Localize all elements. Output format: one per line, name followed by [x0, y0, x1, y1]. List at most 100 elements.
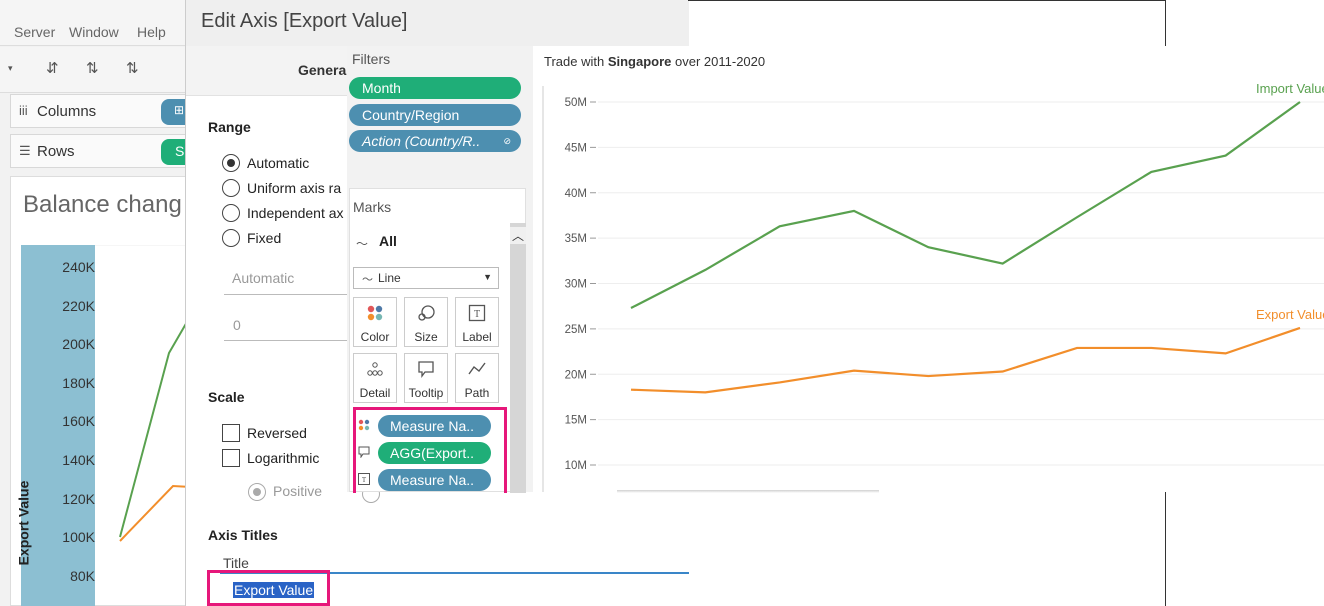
- y-tick: 200K: [62, 336, 95, 352]
- sort-descending-icon[interactable]: ⇅: [126, 59, 139, 77]
- label-button[interactable]: T Label: [455, 297, 499, 347]
- detail-button[interactable]: Detail: [353, 353, 397, 403]
- size-button-label: Size: [414, 330, 438, 344]
- marks-scrollbar[interactable]: ︿: [510, 223, 526, 493]
- filter-pill-month[interactable]: Month: [349, 77, 521, 99]
- detail-icon: [354, 360, 396, 383]
- mark-type-value: Line: [378, 271, 401, 285]
- radio-automatic-label: Automatic: [247, 155, 310, 171]
- path-icon: [456, 360, 498, 383]
- reversed-label: Reversed: [247, 425, 307, 441]
- radio-independent[interactable]: [222, 204, 240, 222]
- y-tick-label: 50M: [565, 97, 587, 109]
- logarithmic-label: Logarithmic: [247, 450, 320, 466]
- rows-icon: ☰: [19, 143, 31, 158]
- y-tick-label: 40M: [565, 188, 587, 200]
- radio-fixed-label: Fixed: [247, 230, 282, 246]
- svg-text:T: T: [362, 476, 367, 484]
- range-start-underline: [224, 294, 348, 295]
- tooltip-icon: [358, 446, 370, 461]
- scroll-up-icon[interactable]: ︿: [510, 227, 526, 244]
- title-input-value: Export Value: [233, 582, 315, 598]
- path-button-label: Path: [464, 386, 490, 400]
- encoding-pill-agg-export[interactable]: AGG(Export..: [378, 442, 491, 464]
- label-button-label: Label: [462, 330, 492, 344]
- menu-window[interactable]: Window: [69, 24, 119, 40]
- swap-icon[interactable]: ⇵: [46, 59, 59, 77]
- frame-line: [1165, 492, 1166, 606]
- marks-label: Marks: [353, 199, 392, 215]
- dropdown-arrow-icon[interactable]: ▾: [8, 63, 13, 74]
- y-tick-label: 30M: [565, 279, 587, 291]
- color-dots-icon: [354, 304, 396, 327]
- encoding-pill-measure-names-color[interactable]: Measure Na..: [378, 415, 491, 437]
- columns-shelf[interactable]: iii Columns ⊞: [10, 94, 201, 128]
- range-end-underline: [224, 340, 348, 341]
- marks-all-label[interactable]: All: [379, 233, 397, 249]
- tableau-workspace: Server Window Help ▾ ⇵ ⇅ ⇅ iii Columns ⊞…: [0, 0, 201, 606]
- axis-titles-heading: Axis Titles: [208, 527, 278, 543]
- menu-server[interactable]: Server: [14, 24, 55, 40]
- encoding-row-color: Measure Na..: [354, 415, 504, 437]
- link-icon: ⊘: [503, 136, 511, 146]
- range-start-field[interactable]: Automatic: [232, 270, 294, 286]
- y-tick: 160K: [62, 413, 95, 429]
- menu-help[interactable]: Help: [137, 24, 166, 40]
- title-input[interactable]: Export Value: [207, 570, 689, 606]
- color-button[interactable]: Color: [353, 297, 397, 347]
- import-value-line: [630, 101, 1301, 309]
- y-tick-label: 25M: [565, 324, 587, 336]
- filter-pill-action[interactable]: Action (Country/R.. ⊘: [349, 130, 521, 152]
- radio-uniform[interactable]: [222, 179, 240, 197]
- import-value-label: Import Value: [1256, 81, 1324, 96]
- columns-label: Columns: [37, 103, 97, 120]
- dialog-titlebar[interactable]: Edit Axis [Export Value]: [186, 0, 689, 46]
- tooltip-button-label: Tooltip: [408, 386, 444, 400]
- trade-chart: Trade with Singapore over 2011-2020 50M 4…: [533, 46, 1324, 492]
- scale-heading: Scale: [208, 389, 245, 405]
- range-end-field[interactable]: 0: [233, 317, 241, 333]
- y-tick: 140K: [62, 452, 95, 468]
- logarithmic-checkbox[interactable]: [222, 449, 240, 467]
- toolbar: ▾ ⇵ ⇅ ⇅: [0, 47, 190, 93]
- frame-line: [688, 0, 1166, 1]
- filter-pill-country[interactable]: Country/Region: [349, 104, 521, 126]
- reversed-checkbox[interactable]: [222, 424, 240, 442]
- y-tick: 120K: [62, 491, 95, 507]
- filters-marks-pane: Filters Month Country/Region Action (Cou…: [347, 46, 533, 493]
- y-axis-band[interactable]: Export Value 240K 220K 200K 180K 160K 14…: [15, 245, 95, 606]
- chart-title: Trade with Singapore over 2011-2020: [544, 54, 765, 69]
- mark-type-select[interactable]: 〜 Line ▼: [353, 267, 499, 289]
- title-field-label: Title: [223, 555, 249, 571]
- rows-label: Rows: [37, 143, 75, 160]
- color-dots-icon: [358, 419, 370, 434]
- sort-ascending-icon[interactable]: ⇅: [86, 59, 99, 77]
- path-button[interactable]: Path: [455, 353, 499, 403]
- radio-positive[interactable]: [248, 483, 266, 501]
- y-tick-label: 20M: [565, 369, 587, 381]
- y-tick: 240K: [62, 259, 95, 275]
- tooltip-button[interactable]: Tooltip: [404, 353, 448, 403]
- encoding-pill-measure-names-label[interactable]: Measure Na..: [378, 469, 491, 491]
- frame-line: [1165, 0, 1166, 46]
- size-icon: [405, 304, 447, 327]
- tooltip-icon: [405, 360, 447, 383]
- screen: Server Window Help ▾ ⇵ ⇅ ⇅ iii Columns ⊞…: [0, 0, 1324, 606]
- size-button[interactable]: Size: [404, 297, 448, 347]
- svg-text:T: T: [474, 309, 480, 320]
- tab-general[interactable]: Genera: [298, 62, 346, 78]
- y-tick-label: 15M: [565, 415, 587, 427]
- dialog-title: Edit Axis [Export Value]: [201, 10, 408, 32]
- y-tick-label: 10M: [565, 460, 587, 472]
- marks-card: Marks 〜 All ︿ 〜 Line ▼ Color Size T Labe…: [349, 188, 526, 493]
- radio-automatic[interactable]: [222, 154, 240, 172]
- worksheet-view: Balance chang Export Value 240K 220K 200…: [10, 176, 191, 606]
- radio-fixed[interactable]: [222, 229, 240, 247]
- sheet-title: Balance chang: [23, 191, 182, 218]
- rows-shelf[interactable]: ☰ Rows S: [10, 134, 201, 168]
- range-heading: Range: [208, 119, 251, 135]
- y-tick: 220K: [62, 298, 95, 314]
- y-tick: 100K: [62, 529, 95, 545]
- y-tick-label: 35M: [565, 233, 587, 245]
- detail-button-label: Detail: [359, 386, 391, 400]
